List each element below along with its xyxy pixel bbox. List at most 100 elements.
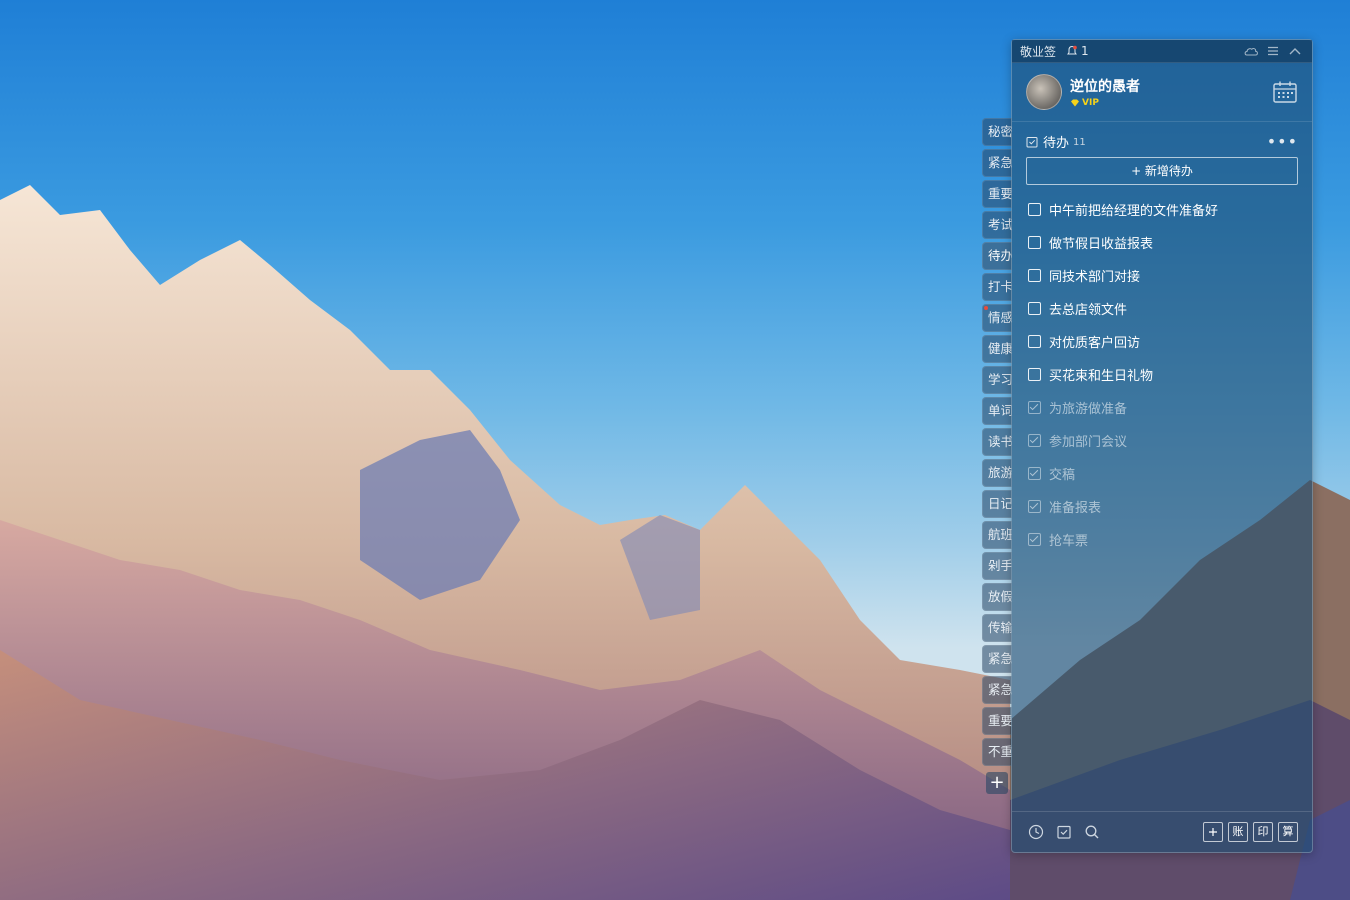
category-tab-label: 放假 bbox=[988, 589, 1012, 604]
new-note-button[interactable] bbox=[1203, 822, 1223, 842]
todo-item[interactable]: 参加部门会议 bbox=[1012, 424, 1312, 457]
category-tab-label: 传输 bbox=[988, 620, 1012, 635]
category-tab[interactable]: 不重 bbox=[982, 738, 1012, 766]
category-tab-label: 紧急 bbox=[988, 682, 1012, 697]
todo-item[interactable]: 为旅游做准备 bbox=[1012, 391, 1312, 424]
category-tab[interactable]: 秘密 bbox=[982, 118, 1012, 146]
add-todo-button[interactable]: + 新增待办 bbox=[1026, 157, 1298, 185]
username: 逆位的愚者 bbox=[1070, 79, 1140, 95]
notification-button[interactable]: 1 bbox=[1066, 44, 1089, 58]
checkbox[interactable] bbox=[1028, 203, 1041, 216]
diamond-icon bbox=[1071, 99, 1079, 107]
category-tab-label: 待办 bbox=[988, 248, 1012, 263]
todo-item[interactable]: 做节假日收益报表 bbox=[1012, 226, 1312, 259]
todo-item[interactable]: 抢车票 bbox=[1012, 523, 1312, 556]
avatar[interactable] bbox=[1026, 74, 1062, 110]
category-tab[interactable]: 航班 bbox=[982, 521, 1012, 549]
search-icon bbox=[1085, 825, 1099, 839]
category-tab-label: 单词 bbox=[988, 403, 1012, 418]
todo-item[interactable]: 交稿 bbox=[1012, 457, 1312, 490]
panel-footer: 账印算 bbox=[1012, 811, 1312, 852]
category-tab[interactable]: 放假 bbox=[982, 583, 1012, 611]
sticky-note-panel: 敬业签 1 逆位的愚者 VIP 待办 11 ••• + 新增待办 中午前把给经理… bbox=[1011, 39, 1313, 853]
category-tab-label: 学习 bbox=[988, 372, 1012, 387]
todo-item[interactable]: 同技术部门对接 bbox=[1012, 259, 1312, 292]
search-button[interactable] bbox=[1082, 822, 1102, 842]
todo-text: 参加部门会议 bbox=[1049, 435, 1128, 450]
menu-button[interactable] bbox=[1264, 43, 1282, 59]
category-tab[interactable]: 重要 bbox=[982, 180, 1012, 208]
category-tab-label: 重要 bbox=[988, 713, 1012, 728]
todo-text: 准备报表 bbox=[1049, 501, 1102, 516]
more-icon[interactable]: ••• bbox=[1267, 133, 1298, 149]
user-header: 逆位的愚者 VIP bbox=[1012, 63, 1312, 122]
checkbox[interactable] bbox=[1028, 368, 1041, 381]
todo-item[interactable]: 去总店领文件 bbox=[1012, 292, 1312, 325]
category-tab[interactable]: 紧急 bbox=[982, 149, 1012, 177]
category-tab-label: 秘密 bbox=[988, 124, 1012, 139]
category-tab[interactable]: 紧急 bbox=[982, 676, 1012, 704]
category-tab[interactable]: 考试 bbox=[982, 211, 1012, 239]
checkbox[interactable] bbox=[1028, 302, 1041, 315]
chevron-up-icon bbox=[1289, 48, 1301, 55]
todo-text: 交稿 bbox=[1049, 468, 1076, 483]
section-header: 待办 11 ••• bbox=[1012, 122, 1312, 157]
category-tabs: 秘密 紧急 重要 考试 待办 打卡 情感 健康 学习 单词 读书 旅游 日记 航班 剁手 放假 传输 紧急 紧急 重要… bbox=[982, 118, 1012, 769]
collapse-button[interactable] bbox=[1286, 43, 1304, 59]
category-tab-label: 不重 bbox=[988, 744, 1012, 759]
category-tab-label: 读书 bbox=[988, 434, 1012, 449]
category-tab[interactable]: 旅游 bbox=[982, 459, 1012, 487]
reminder-button[interactable] bbox=[1026, 822, 1046, 842]
cloud-sync-button[interactable] bbox=[1242, 43, 1260, 59]
checklist-icon bbox=[1026, 136, 1038, 147]
todo-text: 为旅游做准备 bbox=[1049, 402, 1128, 417]
title-bar: 敬业签 1 bbox=[1012, 40, 1312, 63]
category-tab-label: 重要 bbox=[988, 186, 1012, 201]
checkbox[interactable] bbox=[1028, 236, 1041, 249]
category-tab-label: 剁手 bbox=[988, 558, 1012, 573]
category-tab[interactable]: 重要 bbox=[982, 707, 1012, 735]
category-tab[interactable]: 紧急 bbox=[982, 645, 1012, 673]
todo-text: 买花束和生日礼物 bbox=[1049, 369, 1154, 384]
category-tab-label: 紧急 bbox=[988, 155, 1012, 170]
accounting-button[interactable]: 账 bbox=[1228, 822, 1248, 842]
cloud-icon bbox=[1244, 48, 1258, 56]
todo-text: 同技术部门对接 bbox=[1049, 270, 1141, 285]
category-tab[interactable]: 单词 bbox=[982, 397, 1012, 425]
category-tab[interactable]: 读书 bbox=[982, 428, 1012, 456]
checked-checkbox[interactable] bbox=[1028, 401, 1041, 414]
category-tab[interactable]: 待办 bbox=[982, 242, 1012, 270]
category-tab[interactable]: 剁手 bbox=[982, 552, 1012, 580]
category-tab[interactable]: 日记 bbox=[982, 490, 1012, 518]
category-tab-label: 打卡 bbox=[988, 279, 1012, 294]
todo-text: 做节假日收益报表 bbox=[1049, 237, 1154, 252]
print-button[interactable]: 印 bbox=[1253, 822, 1273, 842]
category-tab[interactable]: 学习 bbox=[982, 366, 1012, 394]
checkbox[interactable] bbox=[1028, 335, 1041, 348]
category-tab[interactable]: 健康 bbox=[982, 335, 1012, 363]
clock-icon bbox=[1028, 824, 1044, 840]
menu-icon bbox=[1268, 46, 1278, 56]
category-tab[interactable]: 情感 bbox=[982, 304, 1012, 332]
todo-item[interactable]: 买花束和生日礼物 bbox=[1012, 358, 1312, 391]
add-category-button[interactable]: + bbox=[986, 772, 1008, 794]
checked-checkbox[interactable] bbox=[1028, 500, 1041, 513]
category-tab-label: 旅游 bbox=[988, 465, 1012, 480]
category-tab-label: 健康 bbox=[988, 341, 1012, 356]
category-tab[interactable]: 打卡 bbox=[982, 273, 1012, 301]
todo-list: 中午前把给经理的文件准备好做节假日收益报表 同技术部门对接去总店领文件对优质客户回… bbox=[1012, 193, 1312, 556]
todo-text: 对优质客户回访 bbox=[1049, 336, 1141, 351]
checked-checkbox[interactable] bbox=[1028, 434, 1041, 447]
checkbox[interactable] bbox=[1028, 269, 1041, 282]
calculator-button[interactable]: 算 bbox=[1278, 822, 1298, 842]
checked-checkbox[interactable] bbox=[1028, 467, 1041, 480]
todo-view-button[interactable] bbox=[1054, 822, 1074, 842]
calendar-icon[interactable] bbox=[1272, 79, 1298, 105]
todo-item[interactable]: 准备报表 bbox=[1012, 490, 1312, 523]
category-tab[interactable]: 传输 bbox=[982, 614, 1012, 642]
todo-item[interactable]: 对优质客户回访 bbox=[1012, 325, 1312, 358]
checked-checkbox[interactable] bbox=[1028, 533, 1041, 546]
notification-count: 1 bbox=[1081, 44, 1089, 58]
todo-item[interactable]: 中午前把给经理的文件准备好 bbox=[1012, 193, 1312, 226]
category-tab-label: 航班 bbox=[988, 527, 1012, 542]
